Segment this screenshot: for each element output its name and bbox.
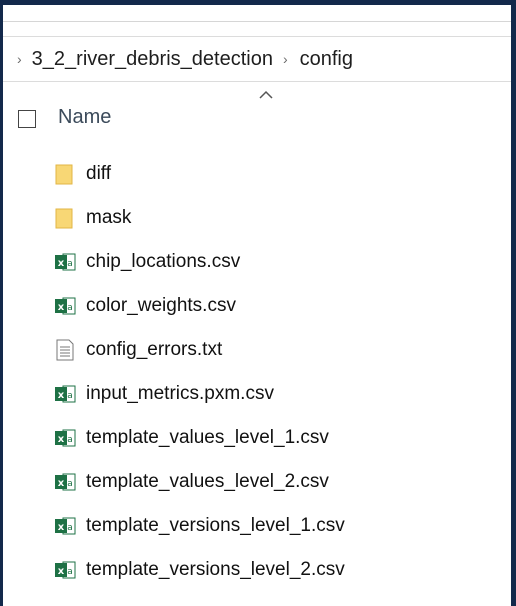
breadcrumb-item-folder[interactable]: 3_2_river_debris_detection <box>32 48 273 71</box>
address-bar[interactable]: › 3_2_river_debris_detection › config <box>3 36 511 82</box>
chevron-right-icon[interactable]: › <box>17 51 22 67</box>
file-name: mask <box>86 207 132 228</box>
svg-text:a: a <box>67 259 73 269</box>
folder-icon <box>55 164 73 185</box>
excel-icon: x a <box>55 297 76 315</box>
svg-text:a: a <box>67 567 73 577</box>
svg-text:x: x <box>58 566 65 577</box>
file-name: color_weights.csv <box>86 295 236 316</box>
file-row[interactable]: x a template_values_level_1.csv <box>54 422 329 454</box>
file-row[interactable]: diff <box>54 158 111 190</box>
file-name: diff <box>86 163 112 184</box>
chevron-right-icon[interactable]: › <box>283 51 288 67</box>
svg-text:x: x <box>58 478 65 489</box>
file-row[interactable]: x a chip_locations.csv <box>54 246 240 278</box>
svg-text:a: a <box>67 479 73 489</box>
column-header-name[interactable]: Name <box>58 106 111 129</box>
file-row[interactable]: config_errors.txt <box>54 334 222 366</box>
sort-ascending-icon[interactable] <box>259 90 273 100</box>
svg-text:x: x <box>58 434 65 445</box>
svg-text:a: a <box>67 391 73 401</box>
toolbar-strip <box>3 5 511 22</box>
file-row[interactable]: mask <box>54 202 131 234</box>
file-name: template_values_level_2.csv <box>86 471 329 492</box>
excel-icon: x a <box>55 517 76 535</box>
folder-icon <box>55 208 73 229</box>
file-name: template_values_level_1.csv <box>86 427 329 448</box>
svg-text:x: x <box>58 258 65 269</box>
file-row[interactable]: x a color_weights.csv <box>54 290 236 322</box>
file-name: config_errors.txt <box>86 339 223 360</box>
file-name: template_versions_level_2.csv <box>86 559 345 580</box>
file-row[interactable]: x a template_versions_level_1.csv <box>54 510 345 542</box>
file-row[interactable]: x a input_metrics.pxm.csv <box>54 378 274 410</box>
svg-text:a: a <box>67 435 73 445</box>
excel-icon: x a <box>55 561 76 579</box>
file-name: chip_locations.csv <box>86 251 241 272</box>
file-row[interactable]: x a template_values_level_2.csv <box>54 466 329 498</box>
excel-icon: x a <box>55 253 76 271</box>
excel-icon: x a <box>55 473 76 491</box>
svg-text:a: a <box>67 523 73 533</box>
excel-icon: x a <box>55 429 76 447</box>
file-name: input_metrics.pxm.csv <box>86 383 274 404</box>
breadcrumb-item-current[interactable]: config <box>300 48 353 71</box>
select-all-checkbox[interactable] <box>18 110 36 128</box>
svg-text:x: x <box>58 302 65 313</box>
svg-text:a: a <box>67 303 73 313</box>
text-file-icon <box>56 339 74 361</box>
excel-icon: x a <box>55 385 76 403</box>
file-name: template_versions_level_1.csv <box>86 515 345 536</box>
svg-text:x: x <box>58 522 65 533</box>
file-row[interactable]: x a template_versions_level_2.csv <box>54 554 345 586</box>
svg-text:x: x <box>58 390 65 401</box>
